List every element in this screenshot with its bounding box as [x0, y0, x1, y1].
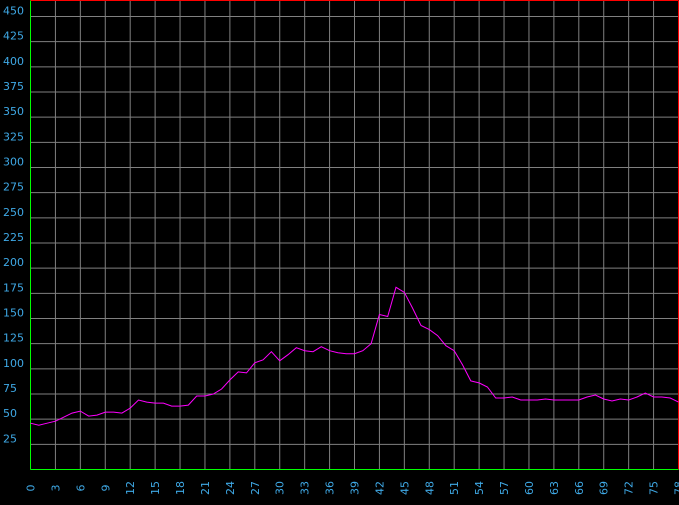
- x-tick-label: 63: [548, 481, 561, 495]
- y-tick-label: 450: [3, 5, 24, 18]
- y-tick-label: 100: [3, 357, 24, 370]
- line-chart: 2550751001251501752002252502753003253503…: [3, 0, 679, 495]
- y-tick-label: 25: [3, 432, 17, 445]
- x-tick-label: 39: [349, 481, 362, 495]
- x-tick-label: 42: [373, 481, 386, 495]
- y-tick-label: 150: [3, 307, 24, 320]
- y-tick-label: 300: [3, 156, 24, 169]
- x-tick-label: 75: [648, 481, 661, 495]
- x-tick-label: 27: [249, 481, 262, 495]
- y-tick-label: 75: [3, 382, 17, 395]
- y-axis-ticks: 25 50 75 100 125 150 175 200 225 250 275 300 325 350 3…: [3, 5, 24, 446]
- x-tick-label: 51: [448, 481, 461, 495]
- y-tick-label: 225: [3, 231, 24, 244]
- x-tick-label: 6: [74, 484, 87, 491]
- y-tick-label: 325: [3, 130, 24, 143]
- x-tick-label: 30: [274, 481, 287, 495]
- y-tick-label: 425: [3, 30, 24, 43]
- x-tick-label: 36: [324, 481, 337, 495]
- x-tick-label: 33: [299, 481, 312, 495]
- x-tick-label: 57: [498, 481, 511, 495]
- x-tick-label: 78: [673, 481, 679, 495]
- x-tick-label: 18: [174, 481, 187, 495]
- x-tick-label: 15: [149, 481, 162, 495]
- x-tick-label: 12: [124, 481, 137, 495]
- y-tick-label: 175: [3, 281, 24, 294]
- y-tick-label: 200: [3, 256, 24, 269]
- x-tick-label: 69: [598, 481, 611, 495]
- y-tick-label: 350: [3, 105, 24, 118]
- x-tick-label: 66: [573, 481, 586, 495]
- x-tick-label: 60: [523, 481, 536, 495]
- x-tick-label: 3: [49, 484, 62, 491]
- y-tick-label: 375: [3, 80, 24, 93]
- y-tick-label: 50: [3, 407, 17, 420]
- x-tick-label: 54: [473, 481, 486, 495]
- x-tick-label: 72: [623, 481, 636, 495]
- x-tick-label: 9: [99, 485, 112, 492]
- y-tick-label: 275: [3, 181, 24, 194]
- y-tick-label: 125: [3, 332, 24, 345]
- y-tick-label: 250: [3, 206, 24, 219]
- x-axis-ticks: 0 3 6 9 12 15 18 21 24 27 30 33 36 39 42 45 48 51 54 57 60 63…: [25, 481, 679, 495]
- x-tick-label: 0: [25, 485, 38, 492]
- x-tick-label: 21: [199, 481, 212, 495]
- x-tick-label: 48: [423, 481, 436, 495]
- y-tick-label: 400: [3, 55, 24, 68]
- x-tick-label: 24: [224, 481, 237, 495]
- x-tick-label: 45: [398, 481, 411, 495]
